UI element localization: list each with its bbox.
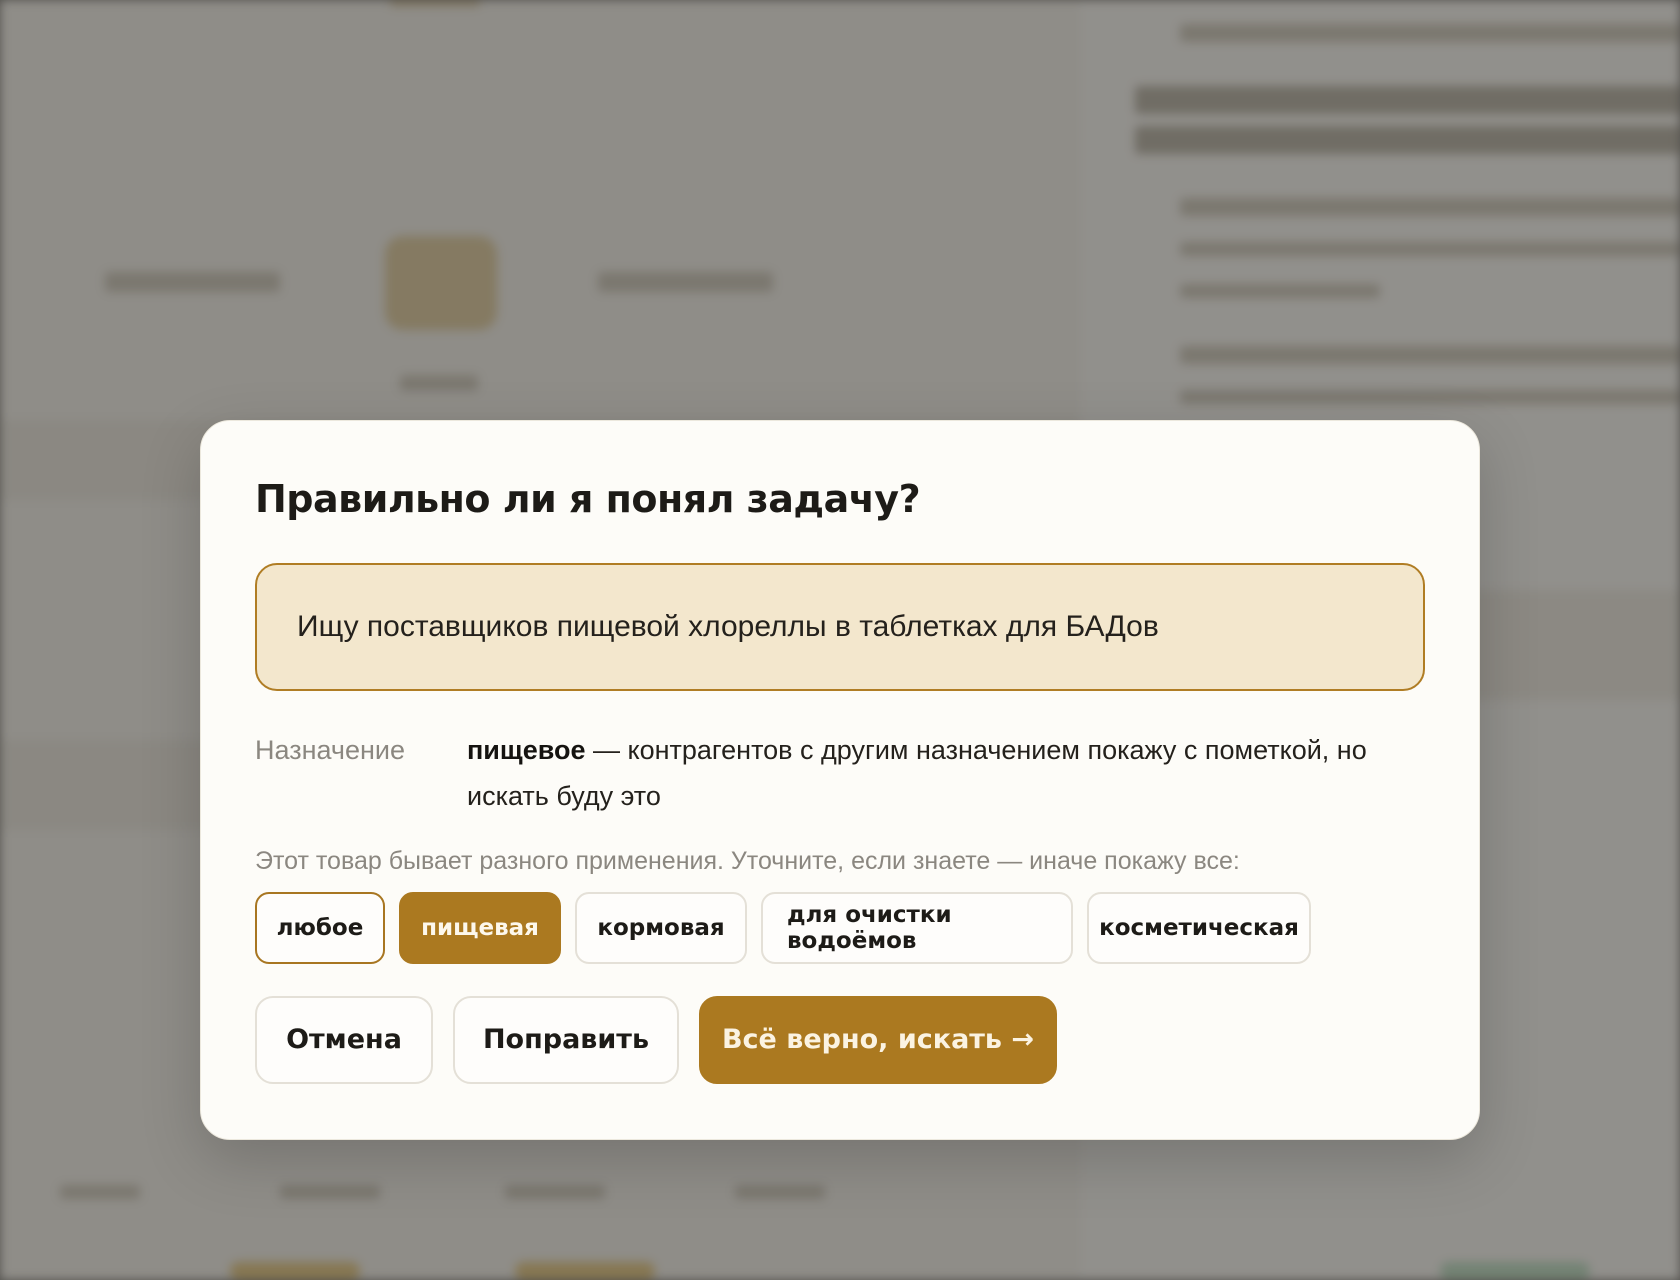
option-pond-cleaning[interactable]: для очистки водоёмов	[761, 891, 1073, 964]
usage-options: любое пищевая кормовая для очистки водоё…	[255, 891, 1425, 964]
purpose-note: — контрагентов с другим назначением пока…	[467, 734, 1367, 811]
purpose-label: Назначение	[255, 734, 406, 765]
cancel-button[interactable]: Отмена	[255, 995, 433, 1084]
purpose-description: пищевое — контрагентов с другим назначен…	[467, 727, 1425, 819]
purpose-row: Назначение пищевое — контрагентов с друг…	[255, 727, 1425, 819]
option-feed[interactable]: кормовая	[575, 891, 747, 964]
query-summary-box: Ищу поставщиков пищевой хлореллы в табле…	[255, 562, 1425, 691]
option-food[interactable]: пищевая	[399, 891, 561, 964]
confirm-search-button[interactable]: Всё верно, искать →	[699, 995, 1057, 1084]
purpose-value: пищевое	[467, 734, 586, 765]
query-text: Ищу поставщиков пищевой хлореллы в табле…	[297, 609, 1159, 643]
dialog-title: Правильно ли я понял задачу?	[255, 477, 921, 521]
dialog-actions: Отмена Поправить Всё верно, искать →	[255, 995, 1425, 1084]
option-cosmetic[interactable]: косметическая	[1087, 891, 1311, 964]
confirm-task-dialog: Правильно ли я понял задачу? Ищу поставщ…	[200, 420, 1480, 1140]
option-any[interactable]: любое	[255, 891, 385, 964]
edit-button[interactable]: Поправить	[453, 995, 679, 1084]
usage-hint: Этот товар бывает разного применения. Ут…	[255, 846, 1240, 875]
